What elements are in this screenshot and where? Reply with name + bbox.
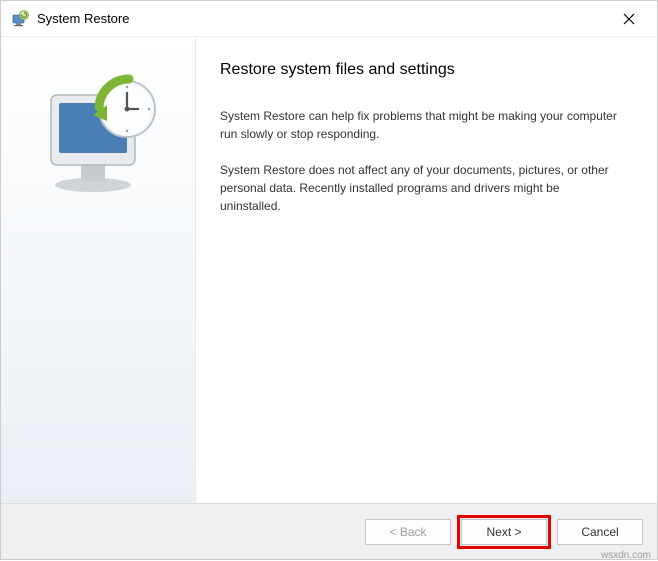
restore-illustration-icon [33,67,163,197]
titlebar: System Restore [1,1,657,37]
sidebar-illustration-panel [1,37,196,503]
main-panel: Restore system files and settings System… [196,37,657,503]
window-title: System Restore [37,11,609,26]
watermark-text: wsxdn.com [601,550,651,561]
page-heading: Restore system files and settings [220,61,627,79]
content-area: Restore system files and settings System… [1,37,657,503]
intro-paragraph-2: System Restore does not affect any of yo… [220,161,620,215]
close-icon [623,13,635,25]
wizard-footer: < Back Next > Cancel wsxdn.com [1,503,657,559]
back-button: < Back [365,519,451,545]
intro-paragraph-1: System Restore can help fix problems tha… [220,107,620,143]
next-button[interactable]: Next > [461,519,547,545]
system-restore-window: System Restore [0,0,658,560]
cancel-button[interactable]: Cancel [557,519,643,545]
close-button[interactable] [609,4,649,34]
system-restore-icon [11,10,29,28]
